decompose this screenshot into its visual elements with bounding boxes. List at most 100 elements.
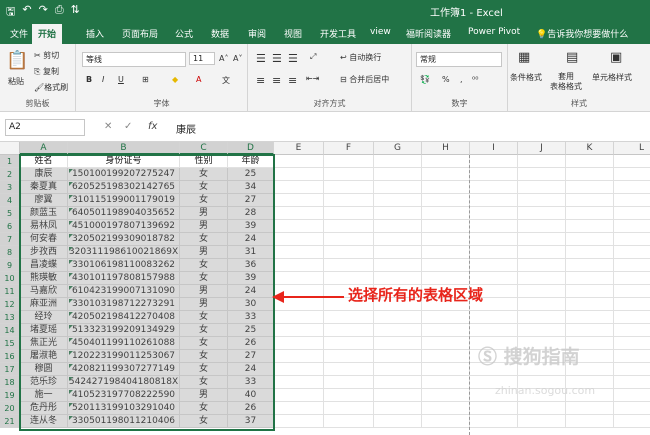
table-cell[interactable]: 连从冬 [20, 415, 68, 428]
table-cell[interactable] [274, 207, 324, 220]
tab-data[interactable]: 数据 [211, 27, 229, 40]
table-cell[interactable]: 25 [228, 324, 274, 337]
table-cell[interactable] [274, 168, 324, 181]
column-header-j[interactable]: J [518, 142, 566, 155]
table-cell[interactable]: 330106198110083262 [68, 259, 180, 272]
format-painter-button[interactable]: 🖌格式刷 [34, 82, 68, 93]
tab-home[interactable]: 开始 [32, 24, 63, 44]
tab-file[interactable]: 文件 [10, 27, 28, 40]
table-cell[interactable]: 620525198302142765 [68, 181, 180, 194]
table-cell[interactable]: 33 [228, 311, 274, 324]
table-cell[interactable] [422, 376, 470, 389]
table-cell[interactable] [422, 181, 470, 194]
table-cell[interactable]: 女 [180, 181, 228, 194]
row-header-5[interactable]: 5 [0, 207, 20, 220]
table-cell[interactable] [374, 415, 422, 428]
italic-button[interactable]: I [102, 75, 104, 84]
table-cell[interactable]: 27 [228, 194, 274, 207]
orientation-icon[interactable]: ⤢ [310, 52, 316, 62]
column-header-k[interactable]: K [566, 142, 614, 155]
row-header-20[interactable]: 20 [0, 402, 20, 415]
table-cell[interactable] [614, 402, 650, 415]
table-cell[interactable] [470, 233, 518, 246]
table-cell[interactable]: 30 [228, 298, 274, 311]
table-cell[interactable] [566, 168, 614, 181]
table-cell[interactable] [374, 350, 422, 363]
table-cell[interactable]: 男 [180, 298, 228, 311]
table-cell[interactable]: 范乐珍 [20, 376, 68, 389]
align-left-icon[interactable]: ≡ [256, 74, 265, 87]
table-cell[interactable]: 542427198404180818X [68, 376, 180, 389]
table-cell[interactable] [422, 363, 470, 376]
table-cell[interactable] [614, 363, 650, 376]
font-name-select[interactable]: 等线 [82, 52, 186, 67]
table-cell[interactable]: 女 [180, 233, 228, 246]
table-cell[interactable]: 女 [180, 363, 228, 376]
table-cell[interactable] [422, 389, 470, 402]
align-bottom-icon[interactable]: ☰ [288, 52, 298, 65]
table-header-cell[interactable]: 年龄 [228, 155, 274, 168]
table-cell[interactable] [374, 376, 422, 389]
table-cell[interactable] [614, 285, 650, 298]
table-cell[interactable] [470, 246, 518, 259]
table-cell[interactable] [324, 402, 374, 415]
table-cell[interactable]: 520113199103291040 [68, 402, 180, 415]
row-header-8[interactable]: 8 [0, 246, 20, 259]
table-cell[interactable] [614, 298, 650, 311]
table-cell[interactable]: 451000197807139692 [68, 220, 180, 233]
table-cell[interactable] [274, 233, 324, 246]
table-cell[interactable] [324, 194, 374, 207]
table-cell[interactable] [374, 363, 422, 376]
table-cell[interactable]: 450401199110261088 [68, 337, 180, 350]
enter-icon[interactable]: ✓ [124, 121, 132, 132]
row-header-15[interactable]: 15 [0, 337, 20, 350]
row-header-10[interactable]: 10 [0, 272, 20, 285]
table-cell[interactable] [422, 155, 470, 168]
table-cell[interactable] [518, 259, 566, 272]
table-cell[interactable] [374, 194, 422, 207]
table-cell[interactable]: 28 [228, 207, 274, 220]
paste-icon[interactable]: 📋 [6, 50, 28, 71]
table-cell[interactable] [614, 207, 650, 220]
row-header-12[interactable]: 12 [0, 298, 20, 311]
table-cell[interactable] [614, 168, 650, 181]
comma-button[interactable]: , [460, 75, 463, 84]
row-header-4[interactable]: 4 [0, 194, 20, 207]
table-cell[interactable] [324, 168, 374, 181]
table-cell[interactable] [274, 246, 324, 259]
percent-button[interactable]: % [442, 75, 450, 84]
table-cell[interactable] [614, 272, 650, 285]
table-cell[interactable]: 堵夏瑶 [20, 324, 68, 337]
table-cell[interactable] [614, 259, 650, 272]
table-cell[interactable] [324, 363, 374, 376]
table-cell[interactable] [274, 272, 324, 285]
table-cell[interactable] [614, 324, 650, 337]
table-cell[interactable] [422, 337, 470, 350]
table-cell[interactable] [614, 220, 650, 233]
row-header-7[interactable]: 7 [0, 233, 20, 246]
table-cell[interactable] [274, 259, 324, 272]
table-cell[interactable] [518, 415, 566, 428]
table-cell[interactable]: 36 [228, 259, 274, 272]
fill-color-icon[interactable]: ◆ [172, 75, 178, 84]
table-cell[interactable] [518, 402, 566, 415]
table-cell[interactable]: 40 [228, 389, 274, 402]
table-cell[interactable] [422, 233, 470, 246]
tab-insert[interactable]: 插入 [86, 27, 104, 40]
table-cell[interactable] [470, 324, 518, 337]
table-cell[interactable] [274, 402, 324, 415]
table-cell[interactable]: 颜蓝玉 [20, 207, 68, 220]
table-cell[interactable]: 25 [228, 168, 274, 181]
table-cell[interactable]: 420502198412270408 [68, 311, 180, 324]
table-cell[interactable] [374, 259, 422, 272]
table-cell[interactable]: 26 [228, 337, 274, 350]
indent-icon[interactable]: ⇤⇥ [306, 74, 319, 83]
table-cell[interactable] [274, 311, 324, 324]
table-cell[interactable] [324, 233, 374, 246]
table-cell[interactable]: 施一 [20, 389, 68, 402]
table-cell[interactable]: 男 [180, 246, 228, 259]
table-cell[interactable]: 24 [228, 363, 274, 376]
table-cell[interactable] [566, 233, 614, 246]
table-cell[interactable] [324, 415, 374, 428]
table-cell[interactable]: 男 [180, 207, 228, 220]
